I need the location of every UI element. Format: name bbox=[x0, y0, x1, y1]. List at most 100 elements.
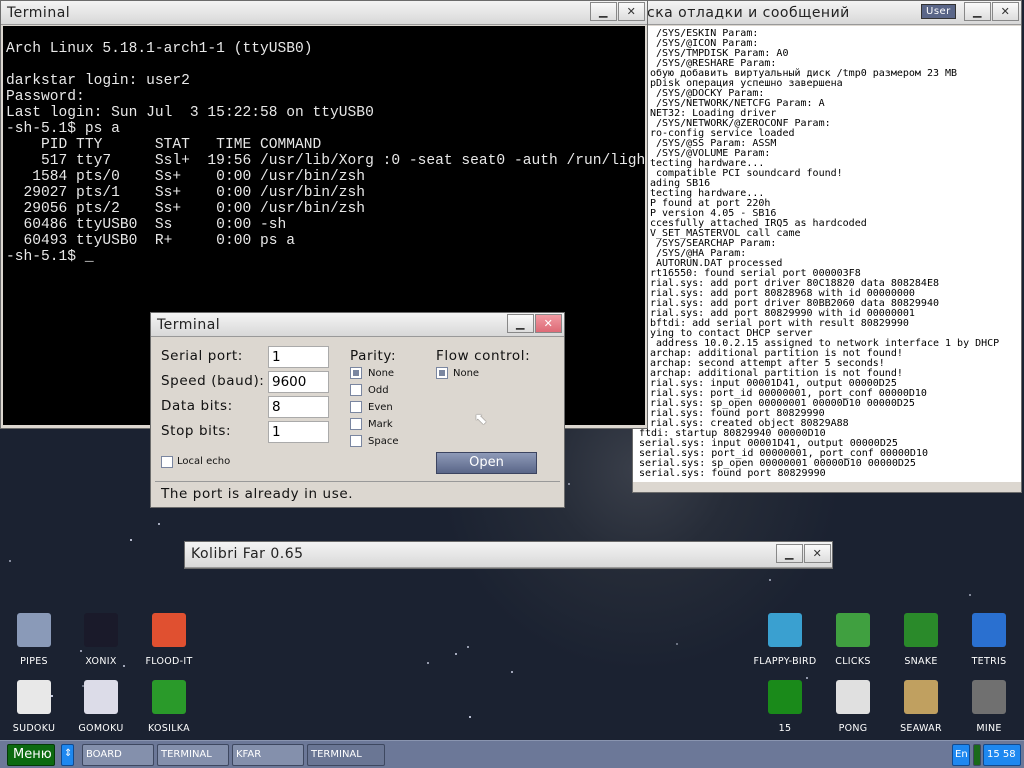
star bbox=[8, 559, 11, 562]
ship-icon[interactable] bbox=[904, 680, 938, 714]
dialog-title: Terminal bbox=[157, 317, 221, 333]
flow-none-label: None bbox=[453, 368, 480, 379]
parity-odd-radio[interactable] bbox=[350, 384, 362, 396]
close-button[interactable]: ✕ bbox=[618, 2, 645, 21]
language-indicator[interactable]: En bbox=[952, 744, 970, 766]
desktop-icon-label[interactable]: SNAKE bbox=[886, 656, 956, 667]
parity-label: Parity: bbox=[350, 348, 397, 364]
fifteen-icon[interactable] bbox=[768, 680, 802, 714]
parity-mark-radio[interactable] bbox=[350, 418, 362, 430]
log-title: ска отладки и сообщений bbox=[647, 5, 850, 21]
tetris-icon[interactable] bbox=[972, 613, 1006, 647]
desktop-icon-label[interactable]: XONIX bbox=[66, 656, 136, 667]
desktop-icon-label[interactable]: PONG bbox=[818, 723, 888, 734]
speed-input[interactable]: 9600 bbox=[268, 371, 329, 393]
data-bits-input[interactable]: 8 bbox=[268, 396, 329, 418]
close-button[interactable]: ✕ bbox=[535, 314, 562, 333]
menu-button[interactable]: Меню bbox=[7, 744, 55, 766]
mine-icon[interactable] bbox=[972, 680, 1006, 714]
desktop-icon-label[interactable]: SEAWAR bbox=[886, 723, 956, 734]
serial-port-label: Serial port: bbox=[161, 348, 243, 364]
close-button[interactable]: ✕ bbox=[992, 2, 1019, 21]
task-kfar[interactable]: KFAR bbox=[232, 744, 304, 766]
desktop-icon-label[interactable]: FLAPPY-BIRD bbox=[750, 656, 820, 667]
minimize-button[interactable]: ▁ bbox=[964, 2, 991, 21]
log-line: serial.sys: found port 80829990 bbox=[639, 468, 826, 479]
terminal-title: Terminal bbox=[7, 5, 71, 21]
parity-odd-label: Odd bbox=[368, 385, 389, 396]
parity-space-radio[interactable] bbox=[350, 435, 362, 447]
clock[interactable]: 15 58 bbox=[983, 744, 1021, 766]
task-terminal-active[interactable]: TERMINAL bbox=[307, 744, 385, 766]
stop-bits-input[interactable]: 1 bbox=[268, 421, 329, 443]
kfar-title: Kolibri Far 0.65 bbox=[191, 546, 304, 562]
clicks-icon[interactable] bbox=[836, 613, 870, 647]
task-terminal[interactable]: TERMINAL bbox=[157, 744, 229, 766]
terminal-titlebar[interactable]: Terminal ▁ ✕ bbox=[1, 1, 647, 25]
parity-even-label: Even bbox=[368, 402, 393, 413]
star bbox=[454, 653, 457, 655]
log-titlebar[interactable]: ска отладки и сообщений User ▁ ✕ bbox=[633, 1, 1021, 25]
kfar-titlebar[interactable]: Kolibri Far 0.65 ▁ ✕ bbox=[185, 542, 832, 568]
desktop-icon-label[interactable]: MINE bbox=[954, 723, 1024, 734]
mouse-cursor-icon: ⬉ bbox=[474, 409, 488, 428]
star bbox=[158, 523, 161, 526]
terminal-output: Arch Linux 5.18.1-arch1-1 (ttyUSB0) dark… bbox=[6, 41, 645, 265]
parity-none-radio[interactable] bbox=[350, 367, 362, 379]
switch-windows-icon[interactable]: ⇕ bbox=[61, 744, 74, 766]
data-bits-label: Data bits: bbox=[161, 398, 233, 414]
parity-even-radio[interactable] bbox=[350, 401, 362, 413]
star bbox=[768, 578, 771, 581]
minimize-button[interactable]: ▁ bbox=[507, 314, 534, 333]
star bbox=[568, 482, 571, 485]
star bbox=[130, 539, 133, 542]
dialog-titlebar[interactable]: Terminal ▁ ✕ bbox=[151, 313, 564, 337]
star bbox=[469, 715, 472, 718]
flow-control-label: Flow control: bbox=[436, 348, 531, 364]
minimize-button[interactable]: ▁ bbox=[776, 544, 803, 563]
pipes-icon[interactable] bbox=[17, 613, 51, 647]
parity-space-label: Space bbox=[368, 436, 399, 447]
gomoku-icon[interactable] bbox=[84, 680, 118, 714]
star bbox=[80, 650, 83, 653]
divider bbox=[155, 481, 560, 482]
desktop-icon-label[interactable]: TETRIS bbox=[954, 656, 1024, 667]
snake-icon[interactable] bbox=[904, 613, 938, 647]
desktop-icon-label[interactable]: GOMOKU bbox=[66, 723, 136, 734]
parity-none-label: None bbox=[368, 368, 395, 379]
star bbox=[676, 643, 679, 646]
lawnmower-icon[interactable] bbox=[152, 680, 186, 714]
desktop-icon-label[interactable]: FLOOD-IT bbox=[134, 656, 204, 667]
desktop-icon-label[interactable]: 15 bbox=[750, 723, 820, 734]
bird-icon[interactable] bbox=[768, 613, 802, 647]
local-echo-label: Local echo bbox=[177, 456, 231, 467]
desktop-icon-label[interactable]: CLICKS bbox=[818, 656, 888, 667]
task-board[interactable]: BOARD bbox=[82, 744, 154, 766]
desktop-icon-label[interactable]: SUDOKU bbox=[0, 723, 69, 734]
sudoku-icon[interactable] bbox=[17, 680, 51, 714]
xonix-icon[interactable] bbox=[84, 613, 118, 647]
speed-label: Speed (baud): bbox=[161, 373, 265, 389]
flow-none-radio[interactable] bbox=[436, 367, 448, 379]
star bbox=[467, 645, 470, 648]
minimize-button[interactable]: ▁ bbox=[590, 2, 617, 21]
star bbox=[510, 670, 513, 673]
pong-icon[interactable] bbox=[836, 680, 870, 714]
user-button[interactable]: User bbox=[921, 4, 956, 19]
close-button[interactable]: ✕ bbox=[804, 544, 831, 563]
status-text: The port is already in use. bbox=[161, 486, 354, 502]
open-button[interactable]: Open bbox=[436, 452, 537, 474]
star bbox=[427, 661, 430, 664]
desktop-icon-label[interactable]: KOSILKA bbox=[134, 723, 204, 734]
taskbar: Меню ⇕ BOARD TERMINAL KFAR TERMINAL En 1… bbox=[0, 740, 1024, 768]
serial-port-input[interactable]: 1 bbox=[268, 346, 329, 368]
stop-bits-label: Stop bits: bbox=[161, 423, 232, 439]
parity-mark-label: Mark bbox=[368, 419, 393, 430]
star bbox=[968, 593, 971, 596]
flood-it-icon[interactable] bbox=[152, 613, 186, 647]
star bbox=[806, 676, 809, 679]
debug-log-window: ска отладки и сообщений User ▁ ✕ /SYS/ES… bbox=[632, 0, 1022, 493]
star bbox=[51, 694, 54, 697]
local-echo-checkbox[interactable] bbox=[161, 456, 173, 468]
desktop-icon-label[interactable]: PIPES bbox=[0, 656, 69, 667]
